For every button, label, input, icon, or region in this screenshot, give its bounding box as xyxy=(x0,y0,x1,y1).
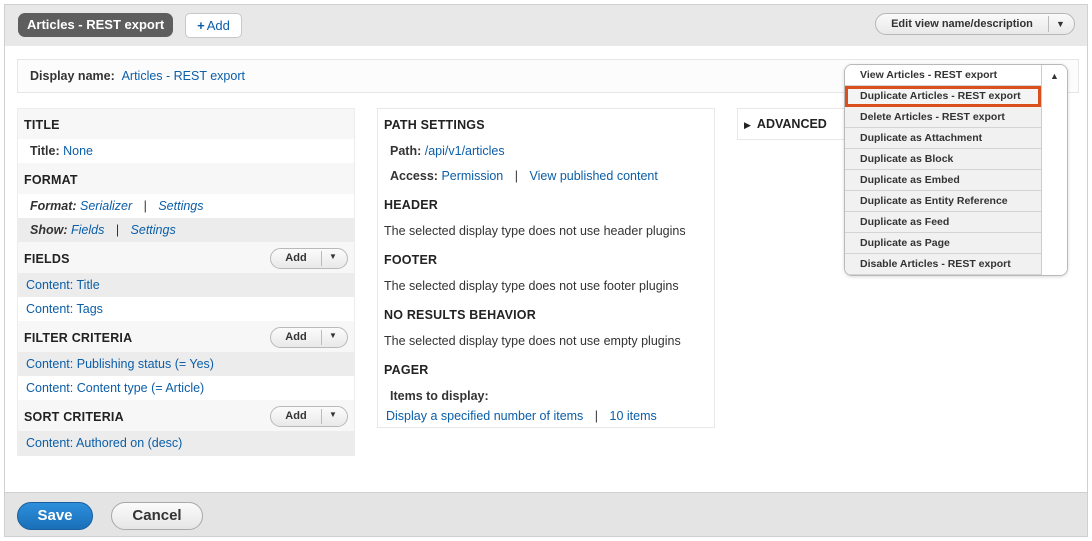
no-results-note: The selected display type does not use e… xyxy=(384,334,681,348)
title-label: Title: xyxy=(30,144,60,158)
section-heading-path: PATH SETTINGS xyxy=(384,118,485,132)
edit-view-label: Edit view name/description xyxy=(891,18,1033,30)
access-extra-link[interactable]: View published content xyxy=(529,169,657,183)
advanced-toggle[interactable]: ▶ ADVANCED xyxy=(744,117,827,131)
display-tab-active[interactable]: Articles - REST export xyxy=(18,13,174,37)
dropdown-item-duplicate-attachment[interactable]: Duplicate as Attachment xyxy=(845,128,1041,149)
sort-link[interactable]: Content: Authored on (desc) xyxy=(26,436,182,450)
filter-add-button[interactable]: Add ▼ xyxy=(270,327,348,348)
access-row: Access: Permission | View published cont… xyxy=(378,164,714,188)
sort-add-button[interactable]: Add ▼ xyxy=(270,406,348,427)
chevron-down-icon[interactable]: ▼ xyxy=(1056,14,1065,34)
list-item: Content: Publishing status (= Yes) xyxy=(18,352,354,376)
filter-link[interactable]: Content: Content type (= Article) xyxy=(26,381,204,395)
dropdown-toggle[interactable]: ▲ xyxy=(1041,65,1067,275)
display-tabs-bar: Articles - REST export + Add Edit view na… xyxy=(4,4,1088,46)
advanced-label: ADVANCED xyxy=(756,117,827,131)
dropdown-item-duplicate-feed[interactable]: Duplicate as Feed xyxy=(845,212,1041,233)
button-divider xyxy=(321,409,322,424)
section-heading-footer: FOOTER xyxy=(384,253,438,267)
header-note: The selected display type does not use h… xyxy=(384,224,686,238)
pager-mode-row: Display a specified number of items | 10… xyxy=(378,404,714,428)
show-label: Show: xyxy=(30,223,68,237)
dropdown-item-delete[interactable]: Delete Articles - REST export xyxy=(845,107,1041,128)
list-item: Content: Content type (= Article) xyxy=(18,376,354,400)
pager-mode-link[interactable]: Display a specified number of items xyxy=(386,409,583,423)
dropdown-item-duplicate-embed[interactable]: Duplicate as Embed xyxy=(845,170,1041,191)
button-divider xyxy=(321,251,322,266)
chevron-down-icon[interactable]: ▼ xyxy=(329,331,337,340)
path-label: Path: xyxy=(390,144,422,158)
button-divider xyxy=(321,330,322,345)
separator: | xyxy=(594,409,599,423)
add-label: Add xyxy=(285,410,307,422)
format-row: Format: Serializer | Settings xyxy=(18,194,354,218)
triangle-right-icon: ▶ xyxy=(744,120,751,130)
column-third: ▶ ADVANCED xyxy=(737,108,847,140)
no-results-text: The selected display type does not use e… xyxy=(378,329,714,353)
section-heading-fields: FIELDS xyxy=(24,252,70,266)
add-label: Add xyxy=(285,331,307,343)
add-display-button[interactable]: + Add xyxy=(185,13,242,38)
footer-note: The selected display type does not use f… xyxy=(384,279,679,293)
dropdown-item-duplicate-block[interactable]: Duplicate as Block xyxy=(845,149,1041,170)
field-link[interactable]: Content: Tags xyxy=(26,302,103,316)
path-value-link[interactable]: /api/v1/articles xyxy=(425,144,505,158)
dropdown-item-duplicate-entity-reference[interactable]: Duplicate as Entity Reference xyxy=(845,191,1041,212)
pager-items-label: Items to display: xyxy=(390,389,489,403)
dropdown-item-disable[interactable]: Disable Articles - REST export xyxy=(845,254,1041,275)
list-item: Content: Tags xyxy=(18,297,354,321)
format-label: Format: xyxy=(30,199,77,213)
footer-text: The selected display type does not use f… xyxy=(378,274,714,298)
show-row: Show: Fields | Settings xyxy=(18,218,354,242)
access-label: Access: xyxy=(390,169,438,183)
button-divider xyxy=(1048,16,1049,32)
section-heading-format: FORMAT xyxy=(24,173,78,187)
list-item: Content: Authored on (desc) xyxy=(18,431,354,455)
title-value-link[interactable]: None xyxy=(63,144,93,158)
section-heading-pager: PAGER xyxy=(384,363,429,377)
field-link[interactable]: Content: Title xyxy=(26,278,100,292)
plus-icon: + xyxy=(197,18,205,33)
header-text: The selected display type does not use h… xyxy=(378,219,714,243)
display-name-link[interactable]: Articles - REST export xyxy=(122,69,245,83)
section-heading-filter: FILTER CRITERIA xyxy=(24,331,133,345)
format-value-link[interactable]: Serializer xyxy=(80,199,132,213)
section-heading-sort: SORT CRITERIA xyxy=(24,410,124,424)
column-first: TITLE Title: None FORMAT Format: Seriali… xyxy=(17,108,355,456)
format-settings-link[interactable]: Settings xyxy=(158,199,203,213)
path-row: Path: /api/v1/articles xyxy=(378,139,714,163)
dropdown-list: View Articles - REST export Duplicate Ar… xyxy=(845,65,1041,275)
cancel-button[interactable]: Cancel xyxy=(111,502,203,530)
dropdown-item-duplicate[interactable]: Duplicate Articles - REST export xyxy=(845,86,1041,107)
edit-view-name-button[interactable]: Edit view name/description ▼ xyxy=(875,13,1075,35)
list-item: Content: Title xyxy=(18,273,354,297)
pager-count-link[interactable]: 10 items xyxy=(610,409,657,423)
section-heading-header: HEADER xyxy=(384,198,438,212)
column-second: PATH SETTINGS Path: /api/v1/articles Acc… xyxy=(377,108,715,428)
section-heading-no-results: NO RESULTS BEHAVIOR xyxy=(384,308,536,322)
save-button[interactable]: Save xyxy=(17,502,93,530)
access-value-link[interactable]: Permission xyxy=(441,169,503,183)
section-heading-title: TITLE xyxy=(24,118,60,132)
add-display-label: Add xyxy=(206,18,230,33)
separator: | xyxy=(514,169,518,183)
title-row: Title: None xyxy=(18,139,354,163)
dropdown-item-duplicate-page[interactable]: Duplicate as Page xyxy=(845,233,1041,254)
show-settings-link[interactable]: Settings xyxy=(131,223,176,237)
filter-link[interactable]: Content: Publishing status (= Yes) xyxy=(26,357,214,371)
display-name-label: Display name: xyxy=(30,69,115,83)
chevron-down-icon[interactable]: ▼ xyxy=(329,252,337,261)
chevron-up-icon: ▲ xyxy=(1050,71,1059,81)
show-value-link[interactable]: Fields xyxy=(71,223,104,237)
form-actions-bar: Save Cancel xyxy=(4,492,1088,537)
chevron-down-icon[interactable]: ▼ xyxy=(329,410,337,419)
display-actions-dropdown: View Articles - REST export Duplicate Ar… xyxy=(844,64,1068,276)
separator: | xyxy=(115,223,120,237)
add-label: Add xyxy=(285,252,307,264)
dropdown-item-view[interactable]: View Articles - REST export xyxy=(845,65,1041,86)
fields-add-button[interactable]: Add ▼ xyxy=(270,248,348,269)
separator: | xyxy=(143,199,147,213)
